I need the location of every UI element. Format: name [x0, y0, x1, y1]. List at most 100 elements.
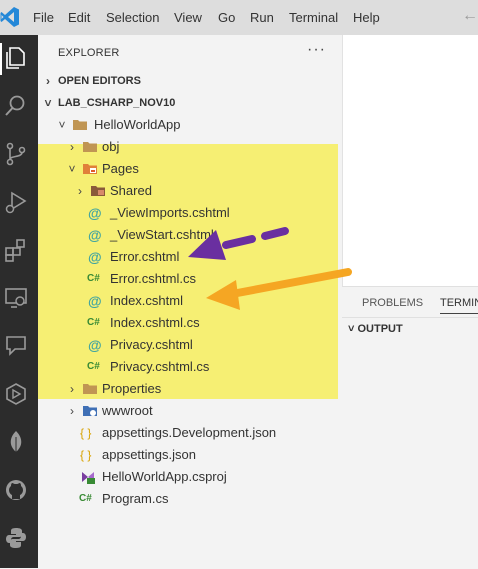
- tree-item-label: HelloWorldApp: [94, 117, 181, 132]
- tree-item-label: appsettings.Development.json: [102, 425, 277, 440]
- activity-bar: [0, 35, 38, 568]
- chevron-down-icon: ˅: [68, 162, 76, 176]
- csharp-icon: C#: [87, 273, 100, 284]
- output-label: OUTPUT: [357, 323, 403, 335]
- tree-item-pages[interactable]: ˅ Pages: [38, 158, 342, 180]
- active-indicator: [0, 43, 2, 75]
- tree-item-obj[interactable]: › obj: [38, 136, 342, 158]
- chevron-right-icon: ›: [46, 74, 50, 88]
- json-icon: { }: [80, 448, 92, 462]
- razor-icon: @: [88, 205, 102, 221]
- tree-item-csproj[interactable]: HelloWorldApp.csproj: [38, 466, 342, 488]
- shared-folder-icon: [91, 186, 105, 196]
- tree-item-error-cs[interactable]: C# Error.cshtml.cs: [38, 268, 342, 290]
- tree-item-privacy-cs[interactable]: C# Privacy.cshtml.cs: [38, 356, 342, 378]
- tree-item-label: Shared: [110, 183, 152, 198]
- tree-item-label: Privacy.cshtml: [110, 337, 193, 352]
- tree-item-shared[interactable]: › Shared: [38, 180, 342, 202]
- comments-icon[interactable]: [3, 333, 29, 359]
- output-section[interactable]: ˅ OUTPUT: [348, 323, 403, 335]
- menu-view[interactable]: View: [174, 10, 202, 25]
- csharp-icon: C#: [87, 317, 100, 328]
- tree-item-label: _ViewStart.cshtml: [110, 227, 214, 242]
- tree-item-index-cshtml[interactable]: @ Index.cshtml: [38, 290, 342, 312]
- more-actions-icon[interactable]: ···: [307, 41, 326, 59]
- chevron-down-icon: ˅: [44, 96, 52, 110]
- github-icon[interactable]: [3, 477, 29, 503]
- title-bar: File Edit Selection View Go Run Terminal…: [0, 0, 478, 35]
- explorer-title: EXPLORER: [58, 47, 120, 59]
- panel-divider: [342, 317, 478, 318]
- explorer-icon[interactable]: [3, 45, 29, 71]
- chevron-right-icon: ›: [70, 404, 74, 418]
- bottom-panel: PROBLEMS TERMINAL ˅ OUTPUT: [342, 286, 478, 569]
- csharp-icon: C#: [79, 493, 92, 504]
- tree-item-label: obj: [102, 139, 120, 154]
- tree-item-privacy-cshtml[interactable]: @ Privacy.cshtml: [38, 334, 342, 356]
- tree-item-label: Program.cs: [102, 491, 169, 506]
- python-icon[interactable]: [3, 525, 29, 551]
- tree-item-properties[interactable]: › Properties: [38, 378, 342, 400]
- menu-selection[interactable]: Selection: [106, 10, 159, 25]
- menu-go[interactable]: Go: [218, 10, 235, 25]
- menu-edit[interactable]: Edit: [68, 10, 90, 25]
- csharp-icon: C#: [87, 361, 100, 372]
- pages-folder-icon: [83, 164, 97, 174]
- source-control-icon[interactable]: [3, 141, 29, 167]
- workspace-section[interactable]: ˅ LAB_CSHARP_NOV10: [38, 92, 342, 114]
- tree-item-label: Pages: [102, 161, 139, 176]
- azure-icon[interactable]: [3, 381, 29, 407]
- razor-icon: @: [88, 249, 102, 265]
- tree-item-label: Properties: [102, 381, 162, 396]
- tree-item-appsettings[interactable]: { } appsettings.json: [38, 444, 342, 466]
- razor-icon: @: [88, 293, 102, 309]
- tree-item-label: Error.cshtml.cs: [110, 271, 196, 286]
- chevron-down-icon: ˅: [348, 323, 355, 335]
- tree-item-label: Privacy.cshtml.cs: [110, 359, 210, 374]
- globe-folder-icon: [83, 406, 97, 416]
- razor-icon: @: [88, 337, 102, 353]
- tree-item-label: wwwroot: [102, 403, 153, 418]
- chevron-right-icon: ›: [70, 140, 74, 154]
- tree-item-appsettings-dev[interactable]: { } appsettings.Development.json: [38, 422, 342, 444]
- tree-item-wwwroot[interactable]: › wwwroot: [38, 400, 342, 422]
- tree-item-viewimports[interactable]: @ _ViewImports.cshtml: [38, 202, 342, 224]
- open-editors-label: OPEN EDITORS: [58, 75, 141, 87]
- json-icon: { }: [80, 426, 92, 440]
- tree-item-label: Index.cshtml: [110, 293, 183, 308]
- tree-item-label: Index.cshtml.cs: [110, 315, 200, 330]
- menu-help[interactable]: Help: [353, 10, 380, 25]
- chevron-right-icon: ›: [70, 382, 74, 396]
- folder-icon: [83, 142, 97, 152]
- extensions-icon[interactable]: [3, 237, 29, 263]
- tree-item-index-cs[interactable]: C# Index.cshtml.cs: [38, 312, 342, 334]
- tree-item-program[interactable]: C# Program.cs: [38, 488, 342, 510]
- folder-icon: [73, 120, 87, 130]
- run-debug-icon[interactable]: [3, 189, 29, 215]
- razor-icon: @: [88, 227, 102, 243]
- tree-item-label: HelloWorldApp.csproj: [102, 469, 227, 484]
- tree-item-error-cshtml[interactable]: @ Error.cshtml: [38, 246, 342, 268]
- vscode-logo-icon: [0, 7, 19, 27]
- menu-terminal[interactable]: Terminal: [289, 10, 338, 25]
- search-icon[interactable]: [3, 93, 29, 119]
- tree-item-label: _ViewImports.cshtml: [110, 205, 230, 220]
- workspace-label: LAB_CSHARP_NOV10: [58, 97, 176, 109]
- open-editors-section[interactable]: › OPEN EDITORS: [38, 70, 342, 92]
- tree-item-label: appsettings.json: [102, 447, 196, 462]
- tree-item-viewstart[interactable]: @ _ViewStart.cshtml: [38, 224, 342, 246]
- leaf-icon[interactable]: [3, 429, 29, 455]
- menu-run[interactable]: Run: [250, 10, 274, 25]
- folder-icon: [83, 384, 97, 394]
- csproj-icon: [82, 472, 95, 484]
- tree-item-helloworldapp[interactable]: ˅ HelloWorldApp: [38, 114, 342, 136]
- chevron-down-icon: ˅: [58, 118, 66, 132]
- remote-explorer-icon[interactable]: [3, 285, 29, 311]
- explorer-sidebar: EXPLORER ··· › OPEN EDITORS ˅ LAB_CSHARP…: [38, 35, 342, 568]
- back-arrow-icon[interactable]: ←: [462, 7, 478, 25]
- menu-file[interactable]: File: [33, 10, 54, 25]
- tab-terminal[interactable]: TERMINAL: [440, 297, 478, 314]
- chevron-right-icon: ›: [78, 184, 82, 198]
- tab-problems[interactable]: PROBLEMS: [362, 297, 423, 309]
- tree-item-label: Error.cshtml: [110, 249, 180, 264]
